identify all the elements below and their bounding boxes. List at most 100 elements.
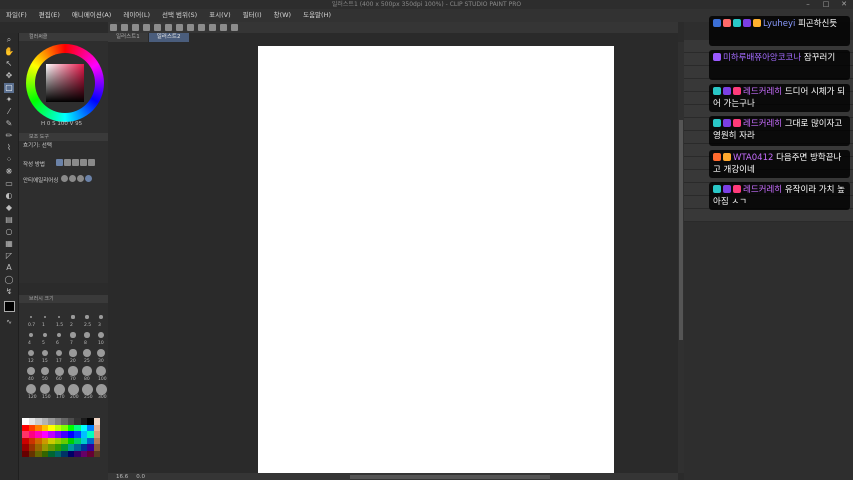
- mode-sub-icon[interactable]: [72, 159, 79, 166]
- brush-size-dot[interactable]: [28, 332, 34, 338]
- brush-icon[interactable]: ⌇: [4, 143, 14, 153]
- brush-size-dot[interactable]: [85, 315, 89, 319]
- canvas-paper[interactable]: [258, 46, 614, 473]
- brush-size-dot[interactable]: [95, 365, 107, 377]
- undo-icon[interactable]: [143, 24, 150, 31]
- open-file-icon[interactable]: [121, 24, 128, 31]
- zoom-value[interactable]: 16.6: [116, 474, 128, 480]
- new-file-icon[interactable]: [110, 24, 117, 31]
- brush-size-dot[interactable]: [67, 383, 79, 395]
- brush-size-dot[interactable]: [30, 316, 32, 318]
- vertical-scroll-thumb[interactable]: [679, 120, 683, 340]
- selection-icon[interactable]: ▢: [4, 83, 14, 93]
- ruler-tool-icon[interactable]: ◸: [4, 251, 14, 261]
- aa-weak-icon[interactable]: [69, 175, 76, 182]
- brush-size-label: 2: [70, 323, 73, 328]
- main-color-swatch[interactable]: [4, 301, 15, 312]
- brush-size-dot[interactable]: [81, 383, 93, 395]
- blend-icon[interactable]: ◐: [4, 191, 14, 201]
- menu-item-2[interactable]: 애니메이션(A): [66, 9, 117, 22]
- mode-new-icon[interactable]: [56, 159, 63, 166]
- invert-icon[interactable]: [198, 24, 205, 31]
- brush-size-dot[interactable]: [26, 366, 36, 376]
- brush-size-dot[interactable]: [55, 349, 63, 357]
- maximize-button[interactable]: □: [817, 0, 835, 9]
- ruler-icon[interactable]: [209, 24, 216, 31]
- airbrush-icon[interactable]: ⁘: [4, 155, 14, 165]
- minimize-button[interactable]: –: [799, 0, 817, 9]
- figure-icon[interactable]: ○: [4, 227, 14, 237]
- brush-size-dot[interactable]: [41, 349, 49, 357]
- brush-size-dot[interactable]: [39, 383, 51, 395]
- clear-icon[interactable]: [165, 24, 172, 31]
- fill-icon[interactable]: ◆: [4, 203, 14, 213]
- brush-size-dot[interactable]: [42, 332, 48, 338]
- brush-size-dot[interactable]: [25, 383, 37, 395]
- aa-none-icon[interactable]: [61, 175, 68, 182]
- transform-icon[interactable]: [176, 24, 183, 31]
- menu-item-7[interactable]: 창(W): [268, 9, 297, 22]
- text-icon[interactable]: A: [4, 263, 14, 273]
- brush-size-dot[interactable]: [98, 332, 104, 338]
- eraser-icon[interactable]: ▭: [4, 179, 14, 189]
- hue-ring[interactable]: [26, 44, 104, 122]
- menu-item-3[interactable]: 레이어(L): [117, 9, 156, 22]
- menu-item-8[interactable]: 도움말(H): [297, 9, 337, 22]
- aa-mid-icon[interactable]: [77, 175, 84, 182]
- brush-size-dot[interactable]: [82, 366, 92, 376]
- menu-item-5[interactable]: 표시(V): [203, 9, 236, 22]
- eyedropper-icon[interactable]: ⁄: [4, 107, 14, 117]
- brush-size-label: 250: [84, 395, 93, 400]
- mode-intersect-icon[interactable]: [80, 159, 87, 166]
- decoration-icon[interactable]: ❋: [4, 167, 14, 177]
- brush-size-dot[interactable]: [99, 315, 103, 319]
- brush-size-dot[interactable]: [95, 383, 107, 395]
- grid-icon[interactable]: [231, 24, 238, 31]
- brush-size-dot[interactable]: [71, 315, 75, 319]
- magic-wand-icon[interactable]: ✦: [4, 95, 14, 105]
- brush-size-dot[interactable]: [43, 315, 47, 319]
- brush-size-dot[interactable]: [27, 349, 35, 357]
- menu-item-0[interactable]: 파일(F): [0, 9, 33, 22]
- brush-size-dot[interactable]: [53, 383, 65, 395]
- tab-document-1[interactable]: 일러스트1: [108, 33, 148, 42]
- correct-line-icon[interactable]: ↯: [4, 287, 14, 297]
- mode-dropdown-icon[interactable]: [88, 159, 95, 166]
- save-icon[interactable]: [132, 24, 139, 31]
- brush-size-dot[interactable]: [57, 315, 61, 319]
- pen-icon[interactable]: ✎: [4, 119, 14, 129]
- saturation-value-square[interactable]: [46, 64, 84, 102]
- brush-size-dot[interactable]: [69, 349, 77, 357]
- layer-row[interactable]: [684, 209, 853, 222]
- brush-size-dot[interactable]: [83, 349, 91, 357]
- menu-item-1[interactable]: 편집(E): [33, 9, 66, 22]
- balloon-icon[interactable]: ◯: [4, 275, 14, 285]
- hand-icon[interactable]: ✋: [4, 47, 14, 57]
- brush-size-dot[interactable]: [70, 332, 76, 338]
- brush-size-dot[interactable]: [40, 366, 50, 376]
- zoom-icon[interactable]: ⌕: [4, 35, 14, 45]
- snap-icon[interactable]: [220, 24, 227, 31]
- tab-document-2[interactable]: 일러스트2: [148, 33, 189, 42]
- mode-add-icon[interactable]: [64, 159, 71, 166]
- brush-size-dot[interactable]: [84, 332, 90, 338]
- frame-icon[interactable]: ▦: [4, 239, 14, 249]
- brush-size-dot[interactable]: [56, 332, 62, 338]
- move-icon[interactable]: ✥: [4, 71, 14, 81]
- brush-size-dot[interactable]: [68, 366, 78, 376]
- menu-item-4[interactable]: 선택 범위(S): [156, 9, 203, 22]
- palette-swatch[interactable]: [93, 450, 100, 457]
- rotation-value[interactable]: 0.0: [136, 474, 145, 480]
- aa-strong-icon[interactable]: [85, 175, 92, 182]
- redo-icon[interactable]: [154, 24, 161, 31]
- pencil-icon[interactable]: ✏: [4, 131, 14, 141]
- brush-size-dot[interactable]: [54, 366, 64, 376]
- menu-item-6[interactable]: 필터(I): [237, 9, 268, 22]
- brush-size-dot[interactable]: [97, 349, 105, 357]
- deselect-icon[interactable]: [187, 24, 194, 31]
- gradient-icon[interactable]: ▤: [4, 215, 14, 225]
- operation-icon[interactable]: ↖: [4, 59, 14, 69]
- color-panel-title: 컬러써클: [19, 33, 108, 41]
- horizontal-scroll-thumb[interactable]: [350, 475, 550, 479]
- close-button[interactable]: ✕: [835, 0, 853, 9]
